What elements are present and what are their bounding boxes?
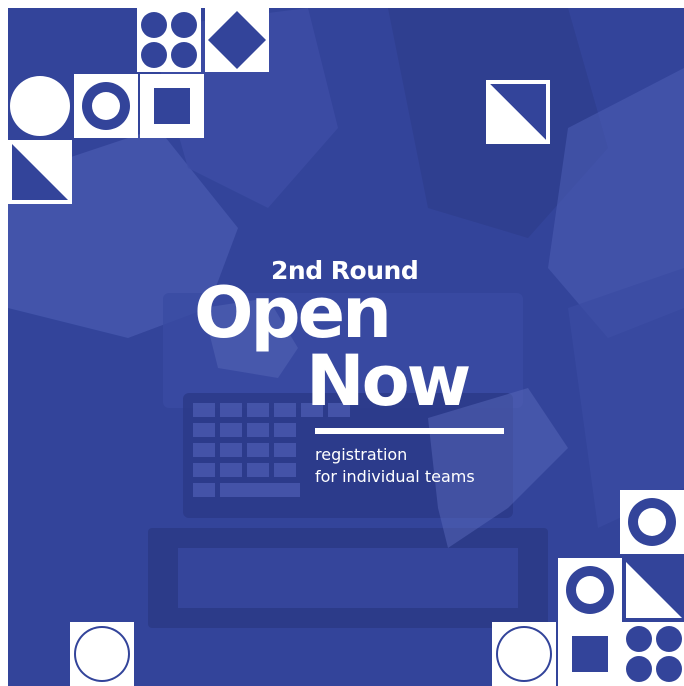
- square-tile: [558, 622, 622, 686]
- circle-tile: [8, 74, 72, 138]
- square-tile: [140, 74, 204, 138]
- circle-tile: [70, 622, 134, 686]
- subheading: registration for individual teams: [315, 444, 475, 488]
- four-circles-tile: [137, 8, 201, 72]
- ring-tile: [558, 558, 622, 622]
- four-circles-tile: [622, 622, 684, 686]
- headline-underline: [315, 428, 504, 434]
- subheading-line-1: registration: [315, 445, 408, 464]
- headline-now: Now: [306, 340, 471, 422]
- triangle-tile: [622, 558, 684, 622]
- subheading-line-2: for individual teams: [315, 467, 475, 486]
- triangle-tile: [8, 140, 72, 204]
- promo-poster: 2nd Round Open Now registration for indi…: [8, 8, 684, 686]
- headline-open: Open: [194, 272, 392, 354]
- circle-tile: [492, 622, 556, 686]
- diamond-tile: [205, 8, 269, 72]
- triangle-tile: [486, 80, 550, 144]
- ring-tile: [74, 74, 138, 138]
- ring-tile: [620, 490, 684, 554]
